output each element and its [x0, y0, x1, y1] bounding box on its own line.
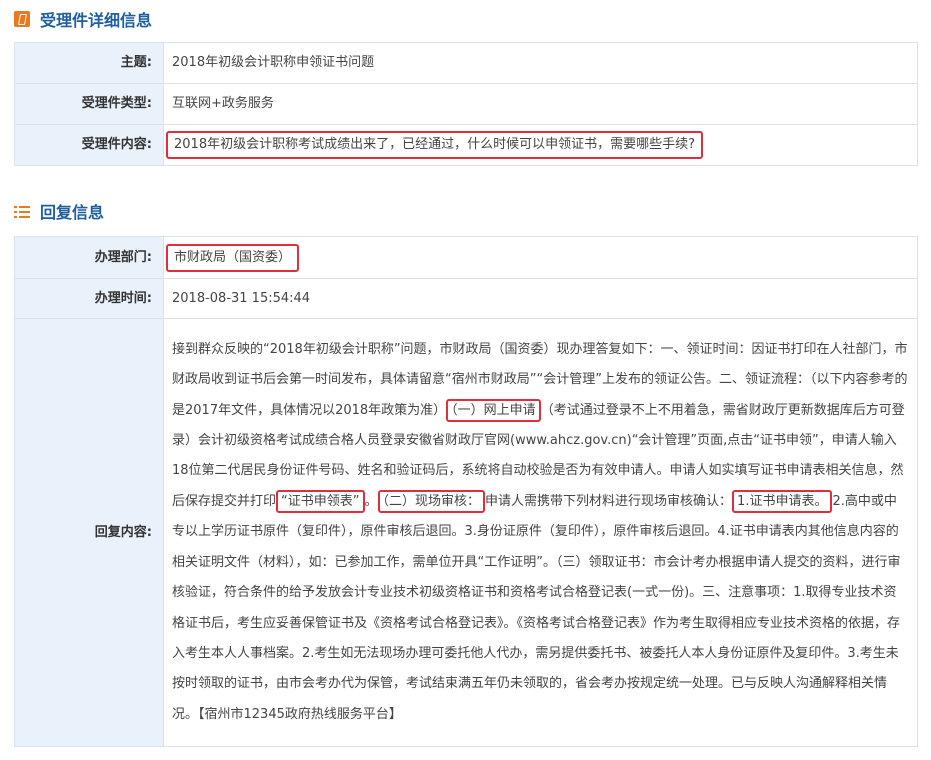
reply-text-part: 。 — [364, 493, 378, 509]
dept-value-cell: 市财政局（国资委） — [163, 236, 918, 279]
highlight-onsite-review: （二）现场审核： — [377, 489, 486, 513]
reply-content-label: 回复内容: — [14, 318, 164, 747]
type-value: 互联网+政务服务 — [163, 83, 918, 125]
detail-row-type: 受理件类型: 互联网+政务服务 — [14, 83, 918, 125]
content-value: 2018年初级会计职称考试成绩出来了，已经通过，什么时候可以申领证书，需要哪些手… — [166, 131, 703, 159]
subject-label: 主题: — [14, 42, 164, 84]
detail-row-subject: 主题: 2018年初级会计职称申领证书问题 — [14, 42, 918, 84]
dept-value: 市财政局（国资委） — [166, 243, 300, 272]
edit-document-icon — [14, 11, 30, 27]
content-value-cell: 2018年初级会计职称考试成绩出来了，已经通过，什么时候可以申领证书，需要哪些手… — [163, 124, 918, 166]
reply-row-time: 办理时间: 2018-08-31 15:54:44 — [14, 278, 918, 319]
detail-row-content: 受理件内容: 2018年初级会计职称考试成绩出来了，已经通过，什么时候可以申领证… — [14, 124, 918, 166]
reply-row-content: 回复内容: 接到群众反映的“2018年初级会计职称”问题，市财政局（国资委）现办… — [14, 318, 918, 747]
list-icon — [14, 203, 30, 219]
reply-title-text: 回复信息 — [40, 203, 105, 222]
highlight-cert-form: “证书申领表” — [276, 489, 365, 513]
time-label: 办理时间: — [14, 278, 164, 319]
detail-title-text: 受理件详细信息 — [40, 11, 153, 30]
highlight-cert-application: 1.证书申请表。 — [732, 489, 833, 513]
highlight-online-apply: （一）网上申请 — [446, 398, 541, 422]
reply-row-dept: 办理部门: 市财政局（国资委） — [14, 236, 918, 279]
content-label: 受理件内容: — [14, 124, 164, 166]
reply-section-title: 回复信息 — [14, 196, 104, 226]
type-label: 受理件类型: — [14, 83, 164, 125]
dept-label: 办理部门: — [14, 236, 164, 279]
subject-value: 2018年初级会计职称申领证书问题 — [163, 42, 918, 84]
reply-table: 办理部门: 市财政局（国资委） 办理时间: 2018-08-31 15:54:4… — [14, 236, 918, 747]
reply-text-part: 2.高中或中专以上学历证书原件（复印件），原件审核后退回。3.身份证原件（复印件… — [172, 493, 901, 722]
detail-section-title: 受理件详细信息 — [14, 4, 152, 34]
time-value: 2018-08-31 15:54:44 — [163, 278, 918, 319]
reply-content-text: 接到群众反映的“2018年初级会计职称”问题，市财政局（国资委）现办理答复如下：… — [163, 318, 918, 747]
reply-text-part: 申请人需携带下列材料进行现场审核确认： — [485, 493, 733, 509]
detail-table: 主题: 2018年初级会计职称申领证书问题 受理件类型: 互联网+政务服务 受理… — [14, 42, 918, 166]
